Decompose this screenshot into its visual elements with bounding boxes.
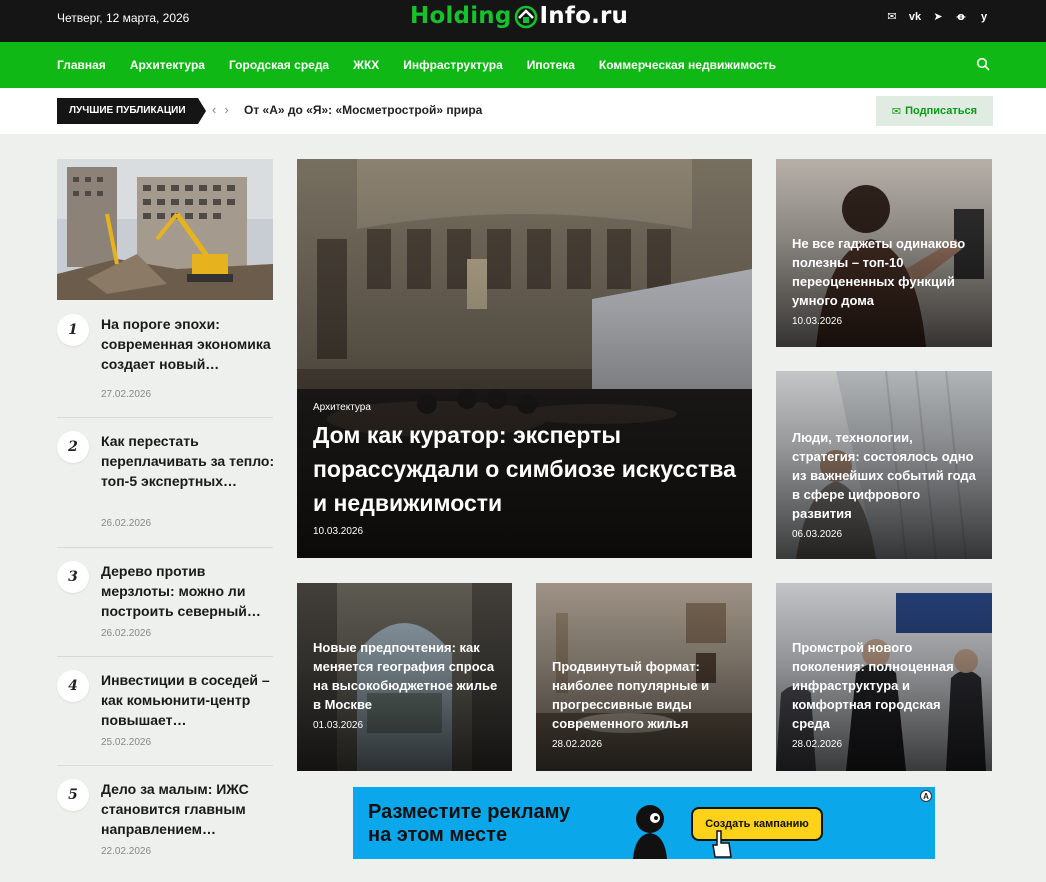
logo-house-icon: [514, 5, 537, 29]
featured-caption: Архитектура Дом как куратор: эксперты по…: [313, 402, 740, 537]
article-caption: Не все гаджеты одинаково полезны – топ-1…: [792, 234, 980, 327]
logo-text-info: Info.ru: [539, 3, 629, 29]
article-date: 06.03.2026: [792, 529, 843, 540]
divider: [57, 656, 273, 657]
social-links: ✉ vk ➤ ꝋ y: [886, 10, 990, 24]
main-nav: Главная Архитектура Городская среда ЖКХ …: [0, 42, 1046, 88]
site-logo[interactable]: Holding Info.ru: [410, 3, 628, 29]
ad-line-2: на этом месте: [368, 824, 508, 846]
rank-number: 5: [57, 779, 89, 811]
subscribe-button[interactable]: ✉ Подписаться: [876, 96, 993, 126]
article-date: 28.02.2026: [792, 739, 843, 750]
telegram-icon[interactable]: ➤: [932, 10, 944, 23]
list-item-title[interactable]: Инвестиции в соседей – как комьюнити-цен…: [101, 670, 277, 730]
nav-item-mortgage[interactable]: Ипотека: [527, 58, 575, 72]
list-item[interactable]: 5 Дело за малым: ИЖС становится главным …: [57, 779, 273, 869]
article-date: 28.02.2026: [552, 739, 603, 750]
rank-number: 4: [57, 670, 89, 702]
list-item-date: 26.02.2026: [101, 518, 152, 529]
list-item[interactable]: 4 Инвестиции в соседей – как комьюнити-ц…: [57, 670, 273, 766]
article-caption: Промстрой нового поколения: полноценная …: [792, 638, 980, 750]
article-date: 10.03.2026: [792, 316, 843, 327]
ticker-arrows: ‹ ›: [212, 102, 229, 117]
divider: [57, 417, 273, 418]
hand-pointer-icon: [712, 830, 732, 858]
list-item[interactable]: 2 Как перестать переплачивать за тепло: …: [57, 431, 274, 548]
nav-item-housing[interactable]: ЖКХ: [353, 58, 379, 72]
list-item-title[interactable]: Как перестать переплачивать за тепло: то…: [101, 431, 277, 491]
chevron-right-icon[interactable]: ›: [224, 102, 228, 117]
top-list-image[interactable]: [57, 159, 273, 300]
nav-item-architecture[interactable]: Архитектура: [130, 58, 205, 72]
article-card[interactable]: Продвинутый формат: наиболее популярные …: [536, 583, 752, 771]
chevron-left-icon[interactable]: ‹: [212, 102, 216, 117]
article-card[interactable]: Промстрой нового поколения: полноценная …: [776, 583, 992, 771]
ticker-label: Лучшие публикации: [57, 98, 206, 124]
article-caption: Люди, технологии, стратегия: состоялось …: [792, 428, 980, 540]
ad-badge[interactable]: A: [920, 790, 932, 802]
ticker-bar: Лучшие публикации ‹ › От «А» до «Я»: «Мо…: [0, 88, 1046, 134]
article-card[interactable]: Новые предпочтения: как меняется географ…: [297, 583, 512, 771]
article-card[interactable]: Не все гаджеты одинаково полезны – топ-1…: [776, 159, 992, 347]
article-title[interactable]: Люди, технологии, стратегия: состоялось …: [792, 428, 980, 523]
logo-text-holding: Holding: [410, 3, 512, 29]
rank-number: 1: [57, 314, 89, 346]
list-item-date: 25.02.2026: [101, 737, 152, 748]
divider: [57, 765, 273, 766]
article-title[interactable]: Новые предпочтения: как меняется географ…: [313, 638, 500, 714]
article-title[interactable]: Продвинутый формат: наиболее популярные …: [552, 657, 740, 733]
subscribe-label: Подписаться: [905, 105, 978, 117]
nav-item-infrastructure[interactable]: Инфраструктура: [403, 58, 502, 72]
yandex-icon[interactable]: y: [978, 11, 990, 23]
list-item[interactable]: 1 На пороге эпохи: современная экономика…: [57, 314, 273, 418]
category-tag[interactable]: Архитектура: [313, 402, 740, 413]
current-date: Четверг, 12 марта, 2026: [57, 11, 190, 25]
list-item-date: 22.02.2026: [101, 846, 152, 857]
article-card[interactable]: Люди, технологии, стратегия: состоялось …: [776, 371, 992, 559]
list-item[interactable]: 3 Дерево против мерзлоты: можно ли постр…: [57, 561, 273, 657]
ad-banner[interactable]: Разместите рекламу на этом месте Создать…: [353, 787, 935, 859]
top-bar: Четверг, 12 марта, 2026 Holding Info.ru …: [0, 0, 1046, 42]
mascot-icon: [633, 805, 667, 859]
search-icon[interactable]: [976, 57, 990, 71]
featured-date: 10.03.2026: [313, 526, 364, 537]
nav-item-commercial[interactable]: Коммерческая недвижимость: [599, 58, 776, 72]
list-item-title[interactable]: Дело за малым: ИЖС становится главным на…: [101, 779, 277, 839]
list-item-date: 26.02.2026: [101, 628, 152, 639]
vk-icon[interactable]: vk: [909, 11, 921, 23]
ok-icon[interactable]: ꝋ: [955, 10, 967, 23]
demolition-photo: [57, 159, 273, 300]
rank-number: 2: [57, 431, 89, 463]
featured-title[interactable]: Дом как куратор: эксперты порассуждали о…: [313, 418, 740, 520]
list-item-date: 27.02.2026: [101, 389, 152, 400]
mail-icon[interactable]: ✉: [886, 10, 898, 23]
ad-text: Разместите рекламу на этом месте: [368, 801, 570, 847]
ticker-headline[interactable]: От «А» до «Я»: «Мосметрострой» прира: [244, 103, 482, 117]
article-caption: Продвинутый формат: наиболее популярные …: [552, 657, 740, 750]
nav-item-home[interactable]: Главная: [57, 58, 106, 72]
article-title[interactable]: Не все гаджеты одинаково полезны – топ-1…: [792, 234, 980, 310]
featured-article[interactable]: Архитектура Дом как куратор: эксперты по…: [297, 159, 752, 558]
list-item-title[interactable]: На пороге эпохи: современная экономика с…: [101, 314, 277, 374]
ad-line-1: Разместите рекламу: [368, 801, 571, 823]
nav-item-urban[interactable]: Городская среда: [229, 58, 329, 72]
envelope-icon: ✉: [891, 105, 902, 118]
list-item-title[interactable]: Дерево против мерзлоты: можно ли построи…: [101, 561, 277, 621]
article-title[interactable]: Промстрой нового поколения: полноценная …: [792, 638, 980, 733]
article-caption: Новые предпочтения: как меняется географ…: [313, 638, 500, 731]
divider: [57, 547, 273, 548]
rank-number: 3: [57, 561, 89, 593]
article-date: 01.03.2026: [313, 720, 364, 731]
